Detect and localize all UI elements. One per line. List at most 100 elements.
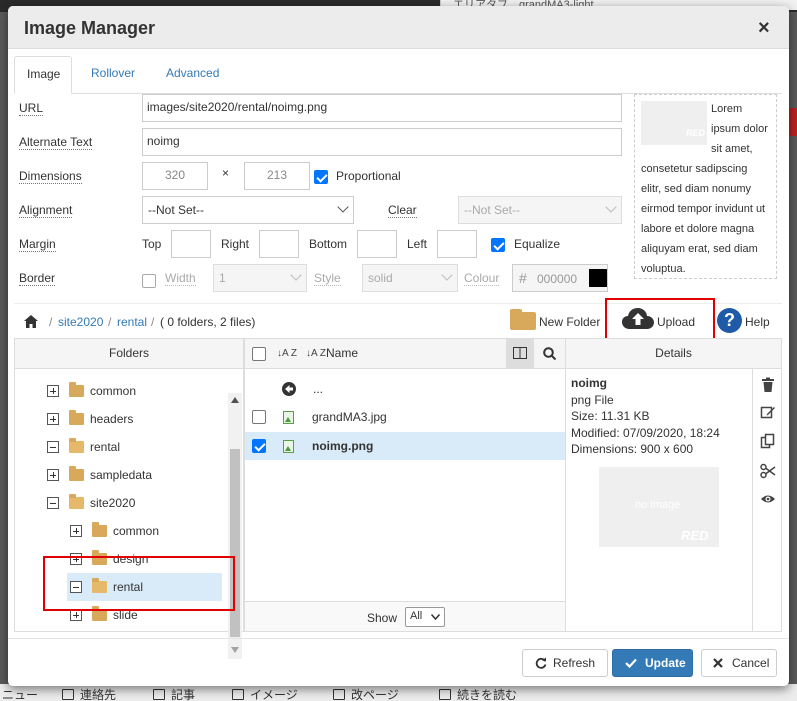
close-icon[interactable]: ×	[758, 18, 770, 38]
bg-toolbar-item: 改ページ	[333, 686, 399, 701]
scroll-down-arrow[interactable]	[231, 647, 239, 653]
expand-icon[interactable]	[47, 413, 59, 425]
details-thumbnail: no image RED	[599, 467, 719, 547]
file-checkbox[interactable]	[252, 439, 266, 453]
home-icon[interactable]	[24, 315, 38, 328]
folder-icon	[510, 312, 536, 330]
margin-left-input[interactable]	[437, 230, 477, 258]
file-row-parent[interactable]: ...	[245, 375, 565, 403]
refresh-icon	[535, 657, 547, 669]
image-preview: RED Lorem ipsum dolor sit amet, consetet…	[634, 94, 777, 279]
column-view-button[interactable]	[506, 339, 534, 368]
details-divider	[752, 369, 753, 631]
file-row[interactable]: grandMA3.jpg	[245, 403, 565, 431]
equalize-checkbox[interactable]	[491, 238, 505, 252]
margin-label: Margin	[19, 237, 56, 252]
thumbnail-no-image-text: no image	[635, 499, 681, 511]
refresh-label: Refresh	[553, 656, 596, 670]
breadcrumb-separator: /	[108, 315, 112, 329]
scroll-up-arrow[interactable]	[231, 397, 239, 403]
border-colour-input[interactable]: # 000000	[512, 264, 608, 292]
show-select[interactable]: All	[405, 607, 445, 627]
breadcrumb-separator: /	[151, 315, 155, 329]
refresh-button[interactable]: Refresh	[522, 649, 608, 677]
margin-right-input[interactable]	[259, 230, 299, 258]
times-sign: ×	[222, 166, 230, 180]
details-name: noimg	[571, 376, 607, 390]
folder-open-icon	[69, 494, 84, 509]
cancel-button[interactable]: Cancel	[701, 649, 777, 677]
chevron-down-icon	[441, 269, 453, 281]
upload-button[interactable]: Upload	[622, 306, 702, 334]
margin-bottom-input[interactable]	[357, 230, 397, 258]
folders-scrollbar[interactable]	[228, 393, 242, 659]
url-label: URL	[19, 101, 44, 116]
sort-order-icon[interactable]: ↓A Z	[277, 340, 297, 368]
scissors-icon[interactable]	[760, 463, 776, 479]
expand-icon[interactable]	[47, 469, 59, 481]
expand-icon[interactable]	[47, 385, 59, 397]
edit-icon[interactable]	[760, 404, 776, 420]
name-column-header[interactable]: Name	[326, 339, 358, 367]
margin-left-label: Left	[407, 237, 428, 251]
image-file-icon	[283, 440, 294, 453]
colour-swatch[interactable]	[589, 269, 607, 287]
trash-icon[interactable]	[760, 377, 776, 393]
tree-item-site2020-common[interactable]: common	[15, 517, 227, 545]
update-label: Update	[645, 656, 686, 670]
tree-item-rental[interactable]: rental	[15, 433, 227, 461]
cloud-upload-icon	[622, 308, 654, 329]
border-colour-label: Colour	[464, 271, 500, 286]
tree-item-site2020[interactable]: site2020	[15, 489, 227, 517]
proportional-checkbox[interactable]	[314, 170, 328, 184]
collapse-icon[interactable]	[47, 441, 59, 453]
alt-text-input[interactable]: noimg	[142, 128, 622, 156]
folder-file-count: ( 0 folders, 2 files)	[160, 315, 256, 329]
back-arrow-icon	[282, 382, 296, 396]
border-label: Border	[19, 271, 56, 286]
width-input[interactable]: 320	[142, 162, 208, 190]
help-button[interactable]: ? Help	[717, 308, 777, 334]
file-checkbox[interactable]	[252, 410, 266, 424]
border-checkbox[interactable]	[142, 274, 156, 288]
collapse-icon[interactable]	[47, 497, 59, 509]
sort-name-icon[interactable]: ↓A Z	[306, 340, 326, 368]
tree-item-common[interactable]: common	[15, 377, 227, 405]
new-folder-button[interactable]: New Folder	[510, 308, 608, 332]
tree-item-sampledata[interactable]: sampledata	[15, 461, 227, 489]
update-button[interactable]: Update	[612, 649, 693, 677]
url-input[interactable]: images/site2020/rental/noimg.png	[142, 94, 622, 122]
check-icon	[625, 658, 637, 668]
margin-top-input[interactable]	[171, 230, 211, 258]
copy-icon[interactable]	[760, 433, 776, 449]
file-row-selected[interactable]: noimg.png	[245, 432, 565, 460]
clear-select[interactable]: --Not Set--	[458, 196, 622, 224]
border-width-label: Width	[165, 271, 196, 286]
bg-toolbar-item: 記事	[153, 686, 195, 701]
details-header: Details	[566, 339, 781, 369]
eye-icon[interactable]	[760, 491, 776, 507]
tab-image[interactable]: Image	[14, 56, 72, 94]
details-size: Size: 11.31 KB	[571, 409, 650, 423]
folder-icon	[69, 382, 84, 397]
tab-rollover[interactable]: Rollover	[79, 56, 147, 94]
tree-item-headers[interactable]: headers	[15, 405, 227, 433]
margin-bottom-label: Bottom	[309, 237, 348, 251]
border-style-select[interactable]: solid	[362, 264, 458, 292]
new-folder-label: New Folder	[539, 315, 601, 329]
alignment-select[interactable]: --Not Set--	[142, 196, 354, 224]
red-logo-mark: RED	[681, 528, 709, 543]
breadcrumb-rental[interactable]: rental	[117, 315, 147, 329]
help-label: Help	[745, 315, 770, 329]
search-icon[interactable]	[543, 347, 556, 360]
height-input[interactable]: 213	[244, 162, 310, 190]
bg-toolbar-item: ニュー	[2, 688, 39, 701]
alignment-label: Alignment	[19, 203, 73, 218]
folder-icon	[69, 466, 84, 481]
cancel-label: Cancel	[732, 656, 770, 670]
tab-advanced[interactable]: Advanced	[154, 56, 231, 94]
select-all-checkbox[interactable]	[252, 347, 266, 361]
border-width-select[interactable]: 1	[213, 264, 307, 292]
expand-icon[interactable]	[70, 525, 82, 537]
breadcrumb-site2020[interactable]: site2020	[58, 315, 103, 329]
